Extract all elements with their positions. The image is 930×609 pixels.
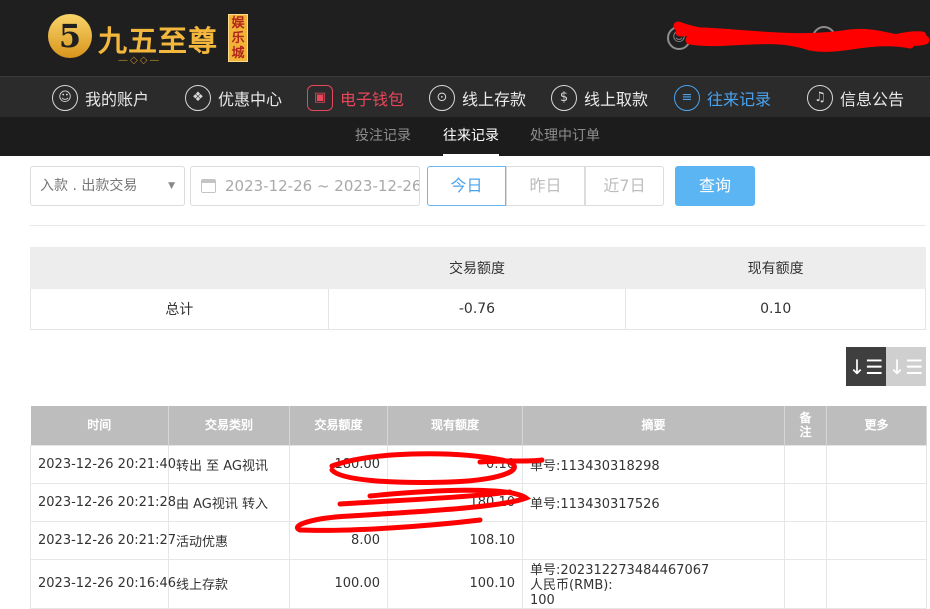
cell-memo: 单号:202312273484467067 人民币(RMB): 100 <box>522 558 785 609</box>
summary-table: 交易额度 现有额度 总计 -0.76 0.10 <box>30 247 926 330</box>
cell-note <box>784 444 827 484</box>
cell-more[interactable] <box>826 558 927 609</box>
redaction-scribble <box>673 21 930 52</box>
nav-item-account[interactable]: ☺ 我的账户 <box>52 77 149 118</box>
divider <box>30 225 926 226</box>
main-nav: ☺ 我的账户 ❖ 优惠中心 ▣ 电子钱包 ⊙ 线上存款 $ 线上取款 ≡ 往来记… <box>0 76 930 117</box>
today-button[interactable]: 今日 <box>427 166 506 206</box>
nav-item-deposit[interactable]: ⊙ 线上存款 <box>429 77 526 118</box>
records-table: 时间 交易类别 交易额度 现有额度 摘要 备注 更多 2023-12-26 20… <box>30 406 927 609</box>
col-header-more: 更多 <box>826 406 927 445</box>
nav-item-withdraw[interactable]: $ 线上取款 <box>551 77 648 118</box>
cell-balance: 100.10 <box>387 558 523 609</box>
col-header-balance[interactable]: 现有额度 <box>387 406 523 445</box>
col-header-amount[interactable]: 交易额度 <box>289 406 388 445</box>
nav-item-label: 线上存款 <box>462 89 527 109</box>
cell-time: 2023-12-26 20:21:28 <box>30 482 176 522</box>
tab-transaction-records[interactable]: 往来记录 <box>443 117 499 156</box>
table-row[interactable]: 2023-12-26 20:21:40 转出 至 AG视讯 180.00 0.1… <box>30 444 927 484</box>
table-row[interactable]: 2023-12-26 20:21:28 由 AG视讯 转入 180.10 单号:… <box>30 482 927 522</box>
deposit-icon: ⊙ <box>429 84 455 111</box>
cell-type: 转出 至 AG视讯 <box>168 444 290 484</box>
cell-memo: 单号:113430318298 <box>522 444 785 484</box>
cell-type: 由 AG视讯 转入 <box>168 482 290 522</box>
sort-desc-icon[interactable]: ↓☰ <box>846 347 886 386</box>
brand-name: 九五至尊 <box>98 24 219 58</box>
tab-bet-records[interactable]: 投注记录 <box>355 117 411 156</box>
summary-header-amount: 交易额度 <box>327 247 627 289</box>
withdraw-icon: $ <box>551 84 577 111</box>
col-header-note: 备注 <box>784 406 827 445</box>
logo-ornament: —◇◇— <box>118 55 162 66</box>
nav-item-label: 电子钱包 <box>340 89 405 109</box>
calendar-icon <box>201 179 216 193</box>
date-range-input[interactable]: 2023-12-26 ~ 2023-12-26 <box>190 166 420 206</box>
query-button[interactable]: 查询 <box>675 166 755 206</box>
nav-item-wallet[interactable]: ▣ 电子钱包 <box>307 77 404 118</box>
nav-item-promotions[interactable]: ❖ 优惠中心 <box>185 77 282 118</box>
records-header-row: 时间 交易类别 交易额度 现有额度 摘要 备注 更多 <box>30 406 927 445</box>
cell-memo <box>522 520 785 560</box>
cell-amount: 180.00 <box>289 444 388 484</box>
nav-item-label: 信息公告 <box>840 89 905 109</box>
last-7-days-button[interactable]: 近7日 <box>585 166 664 206</box>
cell-type: 活动优惠 <box>168 520 290 560</box>
table-row[interactable]: 2023-12-26 20:21:27 活动优惠 8.00 108.10 <box>30 520 927 560</box>
logo-mark-icon: 5 <box>48 14 92 58</box>
top-header: 5 九五至尊 娱乐城 —◇◇— ☺ SI ⬆ RMB <box>0 0 930 76</box>
nav-item-label: 线上取款 <box>584 89 649 109</box>
col-header-memo: 摘要 <box>522 406 785 445</box>
record-icon: ≡ <box>674 84 700 111</box>
select-value: 入款 . 出款交易 <box>40 178 138 194</box>
user-icon: ☺ <box>52 84 78 111</box>
gift-icon: ❖ <box>185 84 211 111</box>
summary-total-amount: -0.76 <box>327 288 627 330</box>
brand-tag: 娱乐城 <box>228 14 248 62</box>
transaction-type-select[interactable]: 入款 . 出款交易 ▼ <box>30 166 185 206</box>
nav-item-announcements[interactable]: ♫ 信息公告 <box>807 77 904 118</box>
cell-amount <box>289 482 388 522</box>
cell-time: 2023-12-26 20:21:40 <box>30 444 176 484</box>
cell-balance: 0.10 <box>387 444 523 484</box>
cell-time: 2023-12-26 20:21:27 <box>30 520 176 560</box>
memo-line: 单号:202312273484467067 <box>530 562 710 578</box>
nav-item-label: 优惠中心 <box>218 89 283 109</box>
cell-memo: 单号:113430317526 <box>522 482 785 522</box>
sort-asc-icon[interactable]: ↓☰ <box>886 347 926 386</box>
cell-time: 2023-12-26 20:16:46 <box>30 558 176 609</box>
summary-total-balance: 0.10 <box>625 288 926 330</box>
col-header-time[interactable]: 时间 <box>30 406 169 445</box>
cell-note <box>784 482 827 522</box>
table-row[interactable]: 2023-12-26 20:16:46 线上存款 100.00 100.10 单… <box>30 558 927 609</box>
nav-item-label: 往来记录 <box>707 89 772 109</box>
wallet-icon: ▣ <box>307 84 333 111</box>
cell-balance: 108.10 <box>387 520 523 560</box>
memo-line: 100 <box>530 592 555 608</box>
summary-header-blank <box>30 247 329 289</box>
cell-amount: 8.00 <box>289 520 388 560</box>
summary-total-row: 总计 -0.76 0.10 <box>30 288 926 330</box>
nav-item-records[interactable]: ≡ 往来记录 <box>674 77 771 118</box>
cell-more[interactable] <box>826 520 927 560</box>
nav-item-label: 我的账户 <box>85 89 150 109</box>
caret-down-icon: ▼ <box>168 181 175 191</box>
cell-more[interactable] <box>826 482 927 522</box>
tab-pending-orders[interactable]: 处理中订单 <box>530 117 600 156</box>
summary-header-balance: 现有额度 <box>625 247 926 289</box>
memo-line: 人民币(RMB): <box>530 577 613 593</box>
cell-more[interactable] <box>826 444 927 484</box>
summary-header-row: 交易额度 现有额度 <box>30 247 926 289</box>
yesterday-button[interactable]: 昨日 <box>506 166 585 206</box>
cell-type: 线上存款 <box>168 558 290 609</box>
cell-balance: 180.10 <box>387 482 523 522</box>
cell-amount: 100.00 <box>289 558 388 609</box>
summary-total-label: 总计 <box>30 288 329 330</box>
cell-note <box>784 520 827 560</box>
date-range-value: 2023-12-26 ~ 2023-12-26 <box>225 177 420 195</box>
sub-nav: 投注记录 往来记录 处理中订单 <box>0 117 930 156</box>
cell-note <box>784 558 827 609</box>
col-header-type[interactable]: 交易类别 <box>168 406 290 445</box>
bell-icon: ♫ <box>807 84 833 111</box>
brand-logo[interactable]: 5 九五至尊 娱乐城 —◇◇— <box>48 12 258 66</box>
